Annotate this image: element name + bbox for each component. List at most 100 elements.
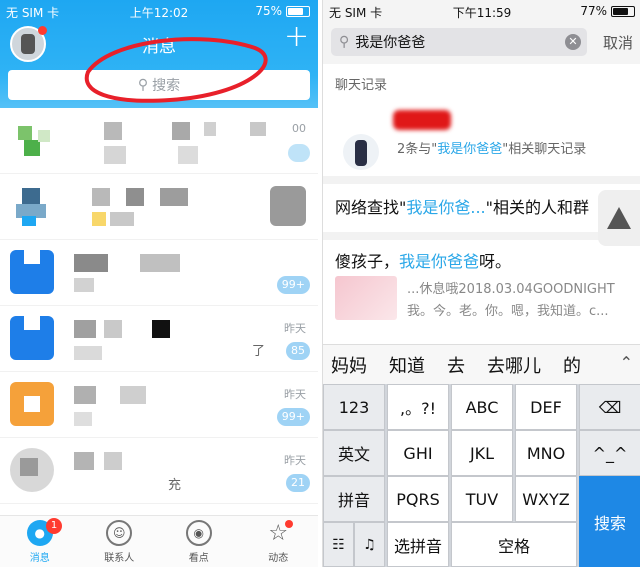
search-key[interactable]: 搜索 bbox=[579, 476, 640, 567]
group-result-title: 傻孩子，我是你爸爸呀。 bbox=[335, 252, 512, 271]
pixelated-name bbox=[120, 386, 146, 404]
battery-percent: 75% bbox=[255, 4, 282, 18]
candidate-word[interactable]: 去哪儿 bbox=[487, 352, 541, 378]
message-header: 无 SIM 卡 上午12:02 75% 消息 + ⚲ 搜索 bbox=[0, 0, 318, 108]
status-bar: 无 SIM 卡 下午11:59 77% bbox=[323, 2, 640, 20]
search-placeholder: 搜索 bbox=[152, 78, 181, 94]
candidate-word[interactable]: 妈妈 bbox=[331, 352, 367, 378]
key-abc[interactable]: ABC bbox=[451, 384, 513, 430]
backspace-icon[interactable]: ⌫ bbox=[579, 384, 640, 430]
conversation-row[interactable] bbox=[0, 174, 318, 240]
search-header: 无 SIM 卡 下午11:59 77% ⚲ 我是你爸爸 ✕ 取消 bbox=[323, 0, 640, 64]
preview-fragment: 了 bbox=[252, 344, 266, 359]
qq-message-list-screen: 无 SIM 卡 上午12:02 75% 消息 + ⚲ 搜索 00 99+ 了 昨… bbox=[0, 0, 318, 567]
space-key[interactable]: 空格 bbox=[451, 522, 577, 567]
feed-notification-dot bbox=[284, 520, 293, 528]
unread-badge bbox=[288, 144, 310, 162]
bottom-tab-bar: ● 消息 1 ☺ 联系人 ◉ 看点 ☆ 动态 bbox=[0, 515, 318, 567]
contact-avatar bbox=[343, 134, 379, 170]
conversation-avatar bbox=[10, 448, 54, 492]
search-bar[interactable]: ⚲ 搜索 bbox=[8, 70, 310, 100]
pixelated-name bbox=[104, 320, 122, 338]
key-def[interactable]: DEF bbox=[515, 384, 577, 430]
conversation-row[interactable]: 充 昨天 21 bbox=[0, 438, 318, 504]
pixelated-preview bbox=[104, 146, 126, 164]
globe-icon[interactable]: ☷ bbox=[323, 522, 354, 567]
conversation-row[interactable]: 昨天 99+ bbox=[0, 372, 318, 438]
pixelated-name bbox=[104, 122, 122, 140]
key-pinyin[interactable]: 拼音 bbox=[323, 476, 385, 522]
pixelated-name bbox=[152, 320, 170, 338]
clear-icon[interactable]: ✕ bbox=[565, 34, 581, 50]
conversation-avatar bbox=[10, 250, 54, 294]
search-icon: ⚲ bbox=[137, 77, 149, 93]
pixelated-name bbox=[172, 122, 190, 140]
unread-badge: 21 bbox=[286, 474, 310, 492]
candidate-word[interactable]: 知道 bbox=[389, 352, 425, 378]
tab-feed[interactable]: ☆ 动态 bbox=[239, 516, 319, 567]
ime-candidate-bar: 妈妈 知道 去 去哪儿 的 ⌃ bbox=[323, 344, 640, 384]
conversation-row[interactable]: 99+ bbox=[0, 240, 318, 306]
key-english[interactable]: 英文 bbox=[323, 430, 385, 476]
microphone-icon[interactable]: ♫ bbox=[354, 522, 385, 567]
group-chat-result[interactable]: 傻孩子，我是你爸爸呀。 ...休息哦2018.03.04GOODNIGHT 我。… bbox=[323, 240, 640, 344]
pixelated-name bbox=[74, 254, 108, 272]
key-wxyz[interactable]: WXYZ bbox=[515, 476, 577, 522]
pixelated-preview bbox=[74, 346, 102, 360]
conversation-row[interactable]: 00 bbox=[0, 108, 318, 174]
floating-assist-button[interactable] bbox=[598, 190, 640, 246]
tab-label: 消息 bbox=[29, 553, 50, 564]
qq-search-screen: 无 SIM 卡 下午11:59 77% ⚲ 我是你爸爸 ✕ 取消 聊天记录 2条… bbox=[322, 0, 640, 567]
add-plus-icon[interactable]: + bbox=[284, 22, 309, 52]
pixelated-name bbox=[74, 452, 94, 470]
key-pqrs[interactable]: PQRS bbox=[387, 476, 449, 522]
pixelated-name bbox=[250, 122, 266, 136]
search-input[interactable]: ⚲ 我是你爸爸 ✕ bbox=[331, 28, 587, 56]
contacts-icon: ☺ bbox=[106, 520, 133, 546]
tab-messages[interactable]: ● 消息 1 bbox=[0, 516, 80, 567]
pixelated-preview bbox=[92, 212, 106, 226]
key-ghi[interactable]: GHI bbox=[387, 430, 449, 476]
floating-widget[interactable] bbox=[270, 186, 306, 226]
web-search-row[interactable]: 网络查找"我是你爸..."相关的人和群 bbox=[323, 184, 640, 240]
pixelated-name bbox=[140, 254, 180, 272]
pixelated-preview bbox=[178, 146, 198, 164]
conversation-time: 昨天 bbox=[284, 454, 306, 467]
pixelated-preview bbox=[74, 278, 94, 292]
battery-percent: 77% bbox=[580, 4, 607, 18]
preview-fragment: 充 bbox=[168, 478, 182, 493]
cancel-button[interactable]: 取消 bbox=[603, 32, 633, 53]
group-thumbnail bbox=[335, 276, 397, 320]
unread-badge: 99+ bbox=[276, 276, 310, 294]
battery-fill bbox=[613, 7, 629, 15]
key-tuv[interactable]: TUV bbox=[451, 476, 513, 522]
key-select-pinyin[interactable]: 选拼音 bbox=[387, 522, 449, 567]
section-header-chat-records: 聊天记录 bbox=[335, 78, 388, 93]
unread-badge: 85 bbox=[286, 342, 310, 360]
pixelated-preview bbox=[74, 412, 92, 426]
candidate-word[interactable]: 的 bbox=[563, 352, 581, 378]
status-bar: 无 SIM 卡 上午12:02 75% bbox=[0, 2, 318, 20]
tab-contacts[interactable]: ☺ 联系人 bbox=[80, 516, 160, 567]
conversation-row[interactable]: 了 昨天 85 bbox=[0, 306, 318, 372]
pixelated-name bbox=[126, 188, 144, 206]
pixelated-preview bbox=[110, 212, 134, 226]
key-punctuation[interactable]: ,。?! bbox=[387, 384, 449, 430]
pixelated-name bbox=[204, 122, 216, 136]
pixelated-name bbox=[74, 320, 96, 338]
search-query: 我是你爸爸 bbox=[355, 35, 426, 51]
chat-record-result[interactable]: 2条与"我是你爸爸"相关聊天记录 bbox=[323, 98, 640, 184]
key-mno[interactable]: MNO bbox=[515, 430, 577, 476]
key-123[interactable]: 123 bbox=[323, 384, 385, 430]
tab-kandian[interactable]: ◉ 看点 bbox=[159, 516, 239, 567]
battery-icon bbox=[611, 5, 635, 17]
key-jkl[interactable]: JKL bbox=[451, 430, 513, 476]
pixelated-name bbox=[104, 452, 122, 470]
search-icon: ⚲ bbox=[339, 34, 350, 50]
chevron-up-icon[interactable]: ⌃ bbox=[620, 353, 633, 372]
candidate-word[interactable]: 去 bbox=[447, 352, 465, 378]
screenshot-composite: 无 SIM 卡 上午12:02 75% 消息 + ⚲ 搜索 00 99+ 了 昨… bbox=[0, 0, 640, 567]
emoji-face-icon[interactable]: ^_^ bbox=[579, 430, 640, 476]
conversation-time: 昨天 bbox=[284, 322, 306, 335]
pinyin-keyboard: 123 ,。?! ABC DEF ⌫ 英文 GHI JKL MNO ^_^ 拼音… bbox=[323, 384, 640, 567]
